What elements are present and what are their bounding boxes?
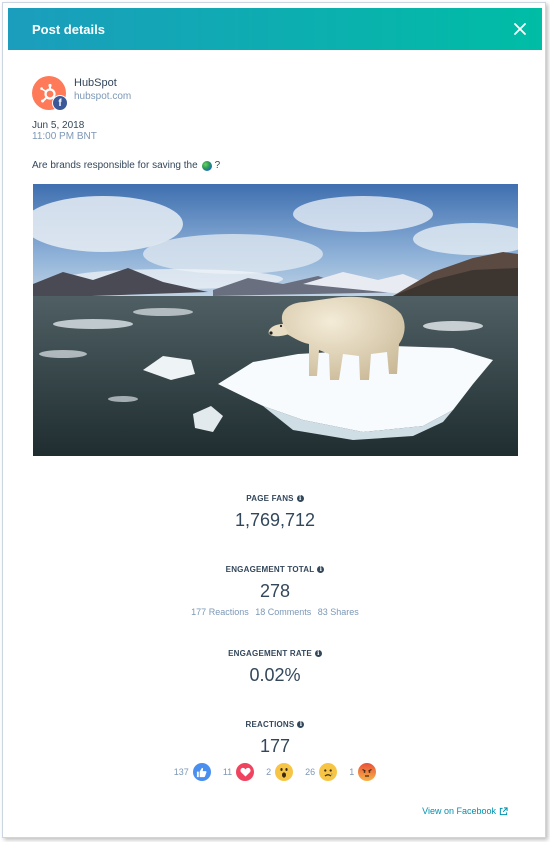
reaction-sad: 26 — [305, 763, 338, 781]
globe-emoji-icon — [201, 160, 212, 171]
info-icon[interactable]: i — [296, 495, 304, 502]
view-on-facebook-label: View on Facebook — [422, 806, 496, 816]
info-icon[interactable]: i — [314, 650, 322, 657]
engagement-rate-value: 0.02% — [249, 665, 301, 685]
reaction-wow: 2 — [266, 763, 294, 781]
post-text-body: Are brands responsible for saving the — [32, 160, 198, 171]
account-info: f HubSpot hubspot.com — [32, 76, 132, 111]
panel-header: Post details — [8, 8, 542, 50]
page-fans-value: 1,769,712 — [234, 510, 316, 530]
account-name: HubSpot — [74, 77, 117, 89]
reactions-label: REACTIONS — [245, 720, 295, 729]
engagement-total-stat: ENGAGEMENT TOTAL i 278 177 Reactions 18 … — [0, 559, 550, 617]
comments-link[interactable]: 18 Comments — [255, 607, 311, 617]
account-url: hubspot.com — [74, 91, 132, 102]
shares-link[interactable]: 83 Shares — [318, 607, 359, 617]
close-icon — [514, 23, 526, 35]
post-image — [33, 184, 518, 456]
post-text: Are brands responsible for saving the ? — [32, 160, 220, 171]
reaction-angry: 1 — [349, 763, 377, 781]
close-button[interactable] — [510, 19, 530, 39]
view-on-facebook-link[interactable]: View on Facebook — [422, 806, 508, 816]
sad-icon — [319, 763, 338, 781]
love-icon — [236, 763, 255, 781]
wow-icon — [275, 763, 294, 781]
post-time: 11:00 PM BNT — [32, 131, 97, 142]
like-icon — [192, 763, 211, 781]
external-link-icon — [499, 806, 508, 815]
reactions-stat: REACTIONS i 177 137 11 2 26 1 — [0, 714, 550, 781]
page-fans-label: PAGE FANS — [246, 494, 294, 503]
page-fans-stat: PAGE FANS i 1,769,712 — [0, 488, 550, 531]
panel-title: Post details — [32, 21, 105, 37]
reaction-love: 11 — [223, 763, 255, 781]
engagement-total-label: ENGAGEMENT TOTAL — [225, 565, 315, 574]
avatar: f — [32, 76, 68, 111]
polar-bear-image — [33, 184, 518, 456]
info-icon[interactable]: i — [297, 721, 305, 728]
engagement-total-value: 278 — [259, 581, 291, 601]
reactions-value: 177 — [259, 736, 291, 756]
engagement-rate-label: ENGAGEMENT RATE — [228, 649, 312, 658]
angry-icon — [358, 763, 377, 781]
reaction-like: 137 — [174, 763, 211, 781]
info-icon[interactable]: i — [317, 566, 325, 573]
engagement-rate-stat: ENGAGEMENT RATE i 0.02% — [0, 643, 550, 686]
post-text-end: ? — [214, 160, 221, 171]
facebook-icon: f — [52, 95, 68, 111]
reaction-breakdown: 137 11 2 26 1 — [0, 763, 550, 781]
reactions-link[interactable]: 177 Reactions — [191, 607, 249, 617]
